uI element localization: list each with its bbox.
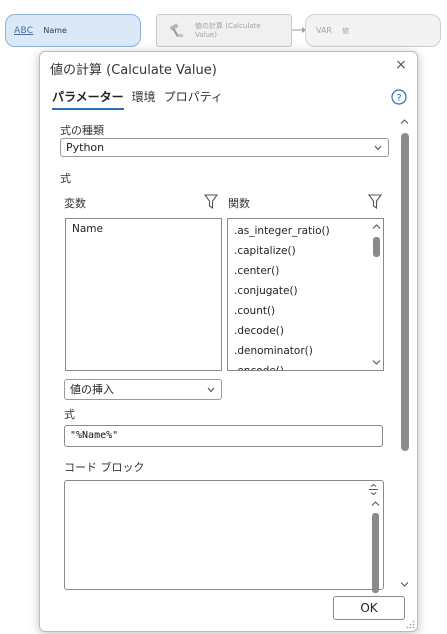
tab-parameters[interactable]: パラメーター bbox=[52, 88, 124, 110]
code-block-editor[interactable] bbox=[64, 480, 384, 593]
calculate-value-dialog: 値の計算 (Calculate Value) × パラメーター 環境 プロパティ… bbox=[39, 51, 418, 632]
variables-label: 変数 bbox=[64, 197, 86, 210]
resize-grip-icon[interactable] bbox=[406, 620, 415, 629]
scroll-up-icon[interactable] bbox=[372, 223, 381, 230]
function-item[interactable]: .as_integer_ratio() bbox=[228, 221, 370, 241]
expand-icon[interactable] bbox=[368, 484, 379, 495]
code-block-label: コード ブロック bbox=[64, 461, 145, 474]
tab-properties[interactable]: プロパティ bbox=[164, 88, 223, 110]
function-item[interactable]: .count() bbox=[228, 301, 370, 321]
function-item[interactable]: .encode() bbox=[228, 361, 370, 370]
function-item[interactable]: .conjugate() bbox=[228, 281, 370, 301]
insert-values-label: 値の挿入 bbox=[70, 383, 114, 396]
help-icon[interactable]: ? bbox=[391, 89, 407, 105]
functions-label: 関数 bbox=[228, 197, 250, 210]
expression-input[interactable]: "%Name%" bbox=[64, 425, 383, 447]
tool-node-label: 値の計算 (Calculate Value) bbox=[195, 21, 261, 39]
expression-type-label: 式の種類 bbox=[60, 124, 104, 137]
string-type-tag: ABC bbox=[14, 25, 34, 36]
function-item[interactable]: .decode() bbox=[228, 321, 370, 341]
chevron-down-icon bbox=[374, 145, 382, 151]
chevron-down-icon bbox=[207, 387, 215, 393]
function-item[interactable]: .denominator() bbox=[228, 341, 370, 361]
name-node-label: Name bbox=[43, 26, 67, 35]
insert-values-dropdown[interactable]: 値の挿入 bbox=[64, 379, 222, 400]
name-variable-node[interactable]: ABC Name bbox=[5, 14, 141, 47]
dialog-title: 値の計算 (Calculate Value) bbox=[50, 63, 217, 78]
variable-item[interactable]: Name bbox=[66, 219, 221, 239]
code-block-scrollbar[interactable] bbox=[369, 497, 382, 593]
var-node-label: 値 bbox=[342, 26, 349, 35]
connector-arrow bbox=[292, 27, 306, 33]
expression-label: 式 bbox=[64, 408, 75, 421]
scroll-thumb[interactable] bbox=[373, 237, 380, 257]
expression-section-label: 式 bbox=[60, 172, 71, 185]
function-item[interactable]: .capitalize() bbox=[228, 241, 370, 261]
expression-type-value: Python bbox=[66, 141, 105, 154]
output-variable-node[interactable]: VAR 値 bbox=[305, 14, 441, 47]
svg-text:?: ? bbox=[396, 93, 401, 104]
scroll-down-icon[interactable] bbox=[372, 359, 381, 366]
functions-scrollbar[interactable] bbox=[370, 219, 383, 370]
hammer-icon bbox=[169, 22, 183, 37]
function-item[interactable]: .center() bbox=[228, 261, 370, 281]
filter-icon[interactable] bbox=[204, 194, 218, 209]
functions-list[interactable]: .as_integer_ratio() .capitalize() .cente… bbox=[227, 218, 384, 371]
filter-icon[interactable] bbox=[368, 194, 382, 209]
scroll-thumb[interactable] bbox=[372, 513, 379, 593]
expression-type-dropdown[interactable]: Python bbox=[60, 138, 389, 157]
variables-list[interactable]: Name bbox=[65, 218, 222, 371]
scroll-up-icon[interactable] bbox=[371, 500, 380, 507]
calculate-value-tool-node[interactable]: 値の計算 (Calculate Value) bbox=[156, 14, 292, 47]
scroll-thumb[interactable] bbox=[401, 133, 409, 451]
var-type-tag: VAR bbox=[316, 26, 332, 35]
dialog-scrollbar[interactable] bbox=[398, 118, 411, 588]
ok-button[interactable]: OK bbox=[333, 596, 405, 620]
tab-environments[interactable]: 環境 bbox=[132, 88, 156, 110]
tab-bar: パラメーター 環境 プロパティ bbox=[52, 88, 223, 110]
close-icon[interactable]: × bbox=[393, 56, 409, 74]
scroll-down-icon[interactable] bbox=[400, 581, 409, 588]
scroll-up-icon[interactable] bbox=[400, 118, 409, 125]
